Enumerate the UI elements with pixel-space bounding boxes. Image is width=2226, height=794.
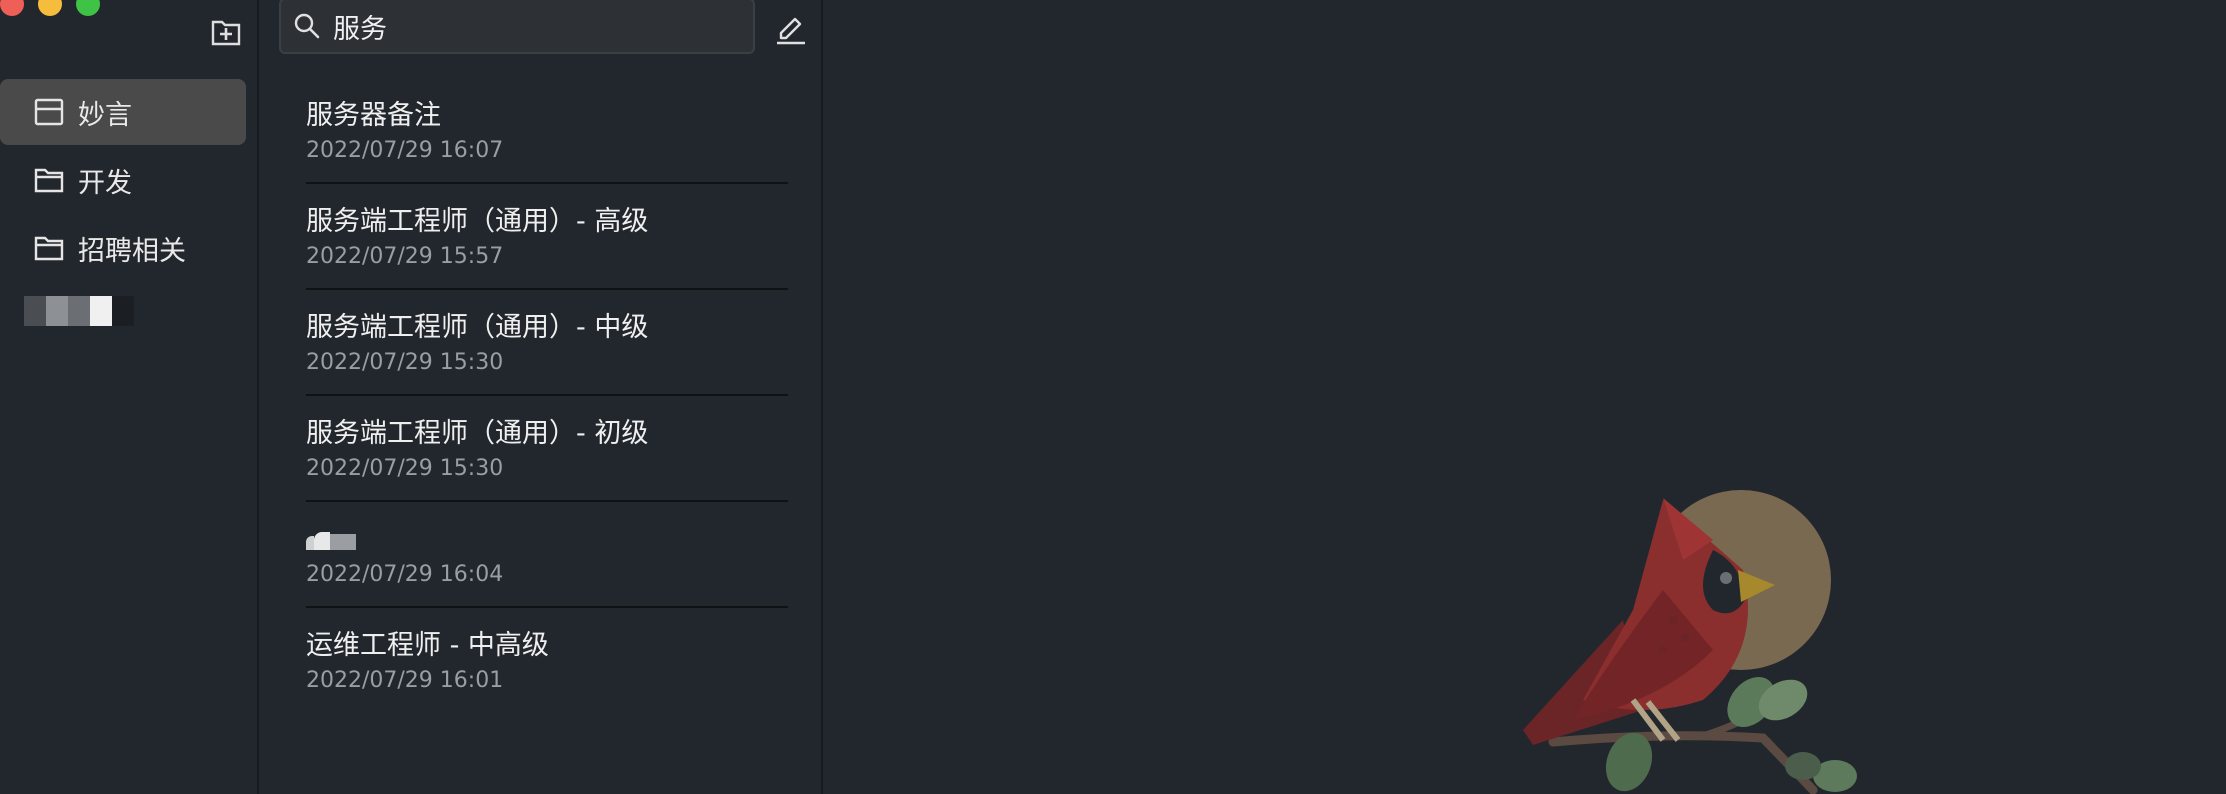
note-date: 2022/07/29 16:04 [306,562,504,587]
note-list: 服务器备注 2022/07/29 16:07 服务端工程师（通用）- 高级 20… [306,80,788,716]
redacted-sidebar-item[interactable] [24,296,134,326]
sidebar-item-miaoyan[interactable]: 妙言 [0,79,246,145]
note-date: 2022/07/29 15:30 [306,350,504,375]
new-note-button[interactable] [771,12,811,48]
note-title: 运维工程师 - 中高级 [306,630,549,661]
note-title: 服务端工程师（通用）- 初级 [306,418,649,449]
sidebar-item-dev[interactable]: 开发 [0,147,246,213]
cardinal-bird-illustration [1523,490,1857,794]
note-date: 2022/07/29 15:30 [306,456,504,481]
note-title: 服务器备注 [306,100,441,131]
pencil-icon [777,17,805,45]
list-item[interactable]: 运维工程师 - 中高级 2022/07/29 16:01 [306,610,788,714]
note-date: 2022/07/29 16:07 [306,138,504,163]
folder-icon [34,165,64,195]
sidebar-item-recruiting[interactable]: 招聘相关 [0,215,246,281]
search-box[interactable] [279,0,755,54]
list-item[interactable]: 2022/07/29 16:04 [306,504,788,608]
search-input[interactable] [331,9,735,43]
zoom-window-button[interactable] [76,0,100,16]
note-date: 2022/07/29 16:01 [306,668,504,693]
sidebar-item-label: 招聘相关 [78,235,186,267]
redacted-note-title [306,522,788,558]
folder-list: 妙言 开发 招聘相关 [0,79,259,283]
note-date: 2022/07/29 15:57 [306,244,504,269]
list-item[interactable]: 服务端工程师（通用）- 中级 2022/07/29 15:30 [306,292,788,396]
note-title: 服务端工程师（通用）- 中级 [306,312,649,343]
sidebar: 妙言 开发 招聘相关 [0,0,259,794]
close-window-button[interactable] [0,0,24,16]
inbox-icon [34,97,64,127]
note-title: 服务端工程师（通用）- 高级 [306,206,649,237]
list-item[interactable]: 服务端工程师（通用）- 初级 2022/07/29 15:30 [306,398,788,502]
new-folder-button[interactable] [208,16,244,48]
app-window: 妙言 开发 招聘相关 服务 服务器备注 2022/07/29 16:07 服务端… [0,0,2226,794]
minimize-window-button[interactable] [38,0,62,16]
list-item[interactable]: 服务端工程师（通用）- 高级 2022/07/29 15:57 [306,186,788,290]
list-item[interactable]: 服务器备注 2022/07/29 16:07 [306,80,788,184]
window-controls [0,0,100,16]
notes-column: 服务器备注 2022/07/29 16:07 服务端工程师（通用）- 高级 20… [259,0,823,794]
folder-icon [34,233,64,263]
sidebar-item-label: 妙言 [78,99,132,131]
folder-plus-icon [211,20,241,46]
editor-empty-state [823,0,2226,794]
search-icon [294,13,320,39]
sidebar-item-label: 开发 [78,167,132,199]
